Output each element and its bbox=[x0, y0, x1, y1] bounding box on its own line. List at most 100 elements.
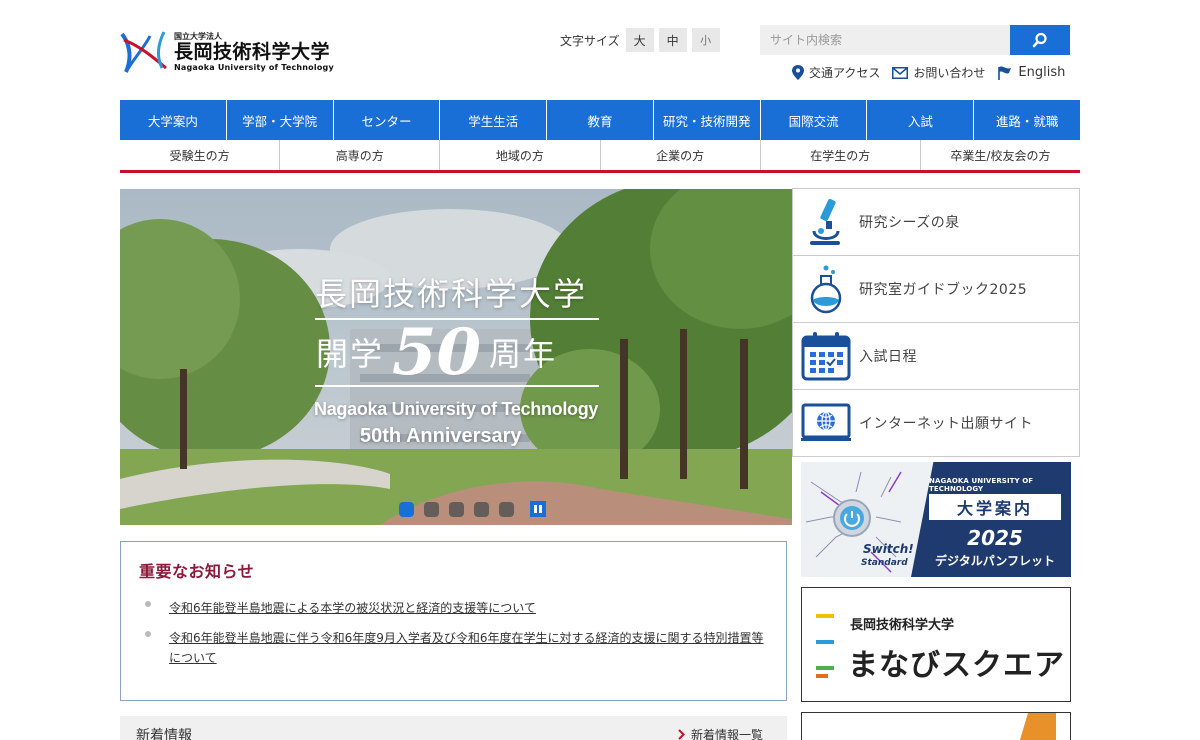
pamphlet-year: 2025 bbox=[967, 526, 1023, 550]
hero-english-title: Nagaoka University of Technology bbox=[314, 399, 599, 419]
calendar-icon bbox=[801, 332, 851, 381]
nav-item-faculties[interactable]: 学部・大学院 bbox=[227, 100, 334, 140]
access-link[interactable]: 交通アクセス bbox=[792, 64, 880, 81]
nav-item-research[interactable]: 研究・技術開発 bbox=[654, 100, 761, 140]
english-link-label: English bbox=[1018, 65, 1066, 80]
slide-dot-4[interactable] bbox=[474, 501, 489, 517]
decorative-shape bbox=[1016, 713, 1056, 740]
search-icon bbox=[1032, 32, 1047, 48]
pamphlet-standard-text: Standard bbox=[861, 558, 908, 568]
university-logo[interactable]: 国立大学法人 長岡技術科学大学 Nagaoka University of Te… bbox=[120, 28, 350, 76]
mail-icon bbox=[892, 66, 909, 79]
news-title: 新着情報 bbox=[136, 728, 192, 740]
site-search bbox=[760, 25, 1070, 55]
pamphlet-university-name: NAGAOKA UNIVERSITY OF TECHNOLOGY bbox=[929, 477, 1034, 493]
manabi-title: まなびスクエア bbox=[848, 648, 1065, 683]
decorative-bar bbox=[816, 666, 834, 670]
quick-link-exam-schedule[interactable]: 入試日程 bbox=[793, 323, 1079, 390]
quick-link-label: 研究シーズの泉 bbox=[859, 215, 960, 231]
nav-item-careers[interactable]: 進路・就職 bbox=[974, 100, 1080, 140]
font-size-label: 文字サイズ bbox=[560, 33, 620, 48]
pause-icon bbox=[534, 505, 537, 513]
flag-icon bbox=[998, 66, 1012, 80]
map-pin-icon bbox=[792, 65, 804, 80]
subnav-item-alumni[interactable]: 卒業生/校友会の方 bbox=[921, 140, 1080, 170]
microscope-icon bbox=[810, 198, 840, 245]
main-navigation: 大学案内 学部・大学院 センター 学生生活 教育 研究・技術開発 国際交流 入試… bbox=[120, 100, 1080, 140]
slide-indicators bbox=[399, 501, 546, 517]
subnav-item-kosen[interactable]: 高専の方 bbox=[280, 140, 441, 170]
font-size-small-button[interactable]: 小 bbox=[691, 28, 720, 52]
hero-shunen: 周年 bbox=[489, 335, 558, 373]
quick-links: 研究シーズの泉 研究室ガイドブック2025 入試日程 インターネット出願サイト bbox=[792, 188, 1080, 457]
slide-dot-3[interactable] bbox=[449, 501, 464, 517]
decorative-bar bbox=[816, 674, 828, 678]
news-more-label: 新着情報一覧 bbox=[690, 728, 763, 740]
important-notice: 重要なお知らせ 令和6年能登半島地震による本学の被災状況と経済的支援等について … bbox=[120, 541, 787, 701]
manabi-university-name: 長岡技術科学大学 bbox=[850, 618, 955, 633]
notice-link[interactable]: 令和6年能登半島地震に伴う令和6年度9月入学者及び令和6年度在学生に対する経済的… bbox=[169, 631, 764, 665]
search-button[interactable] bbox=[1010, 25, 1070, 55]
nav-item-about[interactable]: 大学案内 bbox=[120, 100, 227, 140]
nav-item-education[interactable]: 教育 bbox=[547, 100, 654, 140]
digital-pamphlet-banner[interactable]: NAGAOKA UNIVERSITY OF TECHNOLOGY 大学案内 20… bbox=[801, 462, 1071, 577]
logo-name: 長岡技術科学大学 bbox=[174, 40, 331, 63]
hero-slideshow[interactable]: 長岡技術科学大学 開学 50 周年 Nagaoka University of … bbox=[120, 189, 792, 525]
quick-link-label: 入試日程 bbox=[859, 349, 917, 365]
news-more-link[interactable]: 新着情報一覧 bbox=[678, 726, 763, 740]
notice-list: 令和6年能登半島地震による本学の被災状況と経済的支援等について 令和6年能登半島… bbox=[139, 598, 768, 668]
slide-dot-5[interactable] bbox=[499, 501, 514, 517]
slide-dot-1[interactable] bbox=[399, 501, 414, 517]
hero-anniversary-heading: 開学 50 周年 bbox=[316, 314, 558, 390]
hero-kaigaku: 開学 bbox=[316, 335, 385, 373]
web-icon bbox=[801, 403, 851, 441]
nav-item-student-life[interactable]: 学生生活 bbox=[440, 100, 548, 140]
utility-links: 交通アクセス お問い合わせ English bbox=[792, 64, 1065, 81]
subnav-item-applicants[interactable]: 受験生の方 bbox=[120, 140, 281, 170]
flask-icon bbox=[810, 265, 842, 314]
notice-item: 令和6年能登半島地震による本学の被災状況と経済的支援等について bbox=[139, 598, 768, 618]
decorative-bar bbox=[816, 640, 834, 644]
notice-title: 重要なお知らせ bbox=[139, 562, 255, 581]
font-size-switcher: 文字サイズ 大 中 小 bbox=[560, 28, 725, 52]
slide-dot-2[interactable] bbox=[424, 501, 439, 517]
pamphlet-title: 大学案内 bbox=[929, 494, 1061, 520]
hero-title: 長岡技術科学大学 bbox=[315, 275, 588, 313]
quick-link-research-seeds[interactable]: 研究シーズの泉 bbox=[793, 189, 1079, 256]
notice-link[interactable]: 令和6年能登半島地震による本学の被災状況と経済的支援等について bbox=[169, 601, 536, 615]
pamphlet-switch-text: Switch! bbox=[863, 542, 914, 556]
subnav-item-students[interactable]: 在学生の方 bbox=[761, 140, 921, 170]
quick-link-lab-guidebook[interactable]: 研究室ガイドブック2025 bbox=[793, 256, 1079, 323]
subnav-item-companies[interactable]: 企業の方 bbox=[601, 140, 761, 170]
logo-english-name: Nagaoka University of Technology bbox=[174, 62, 334, 72]
subnav-item-community[interactable]: 地域の方 bbox=[440, 140, 601, 170]
logo-mark-icon bbox=[120, 31, 167, 73]
contact-link[interactable]: お問い合わせ bbox=[892, 64, 985, 81]
promo-banner[interactable] bbox=[801, 712, 1071, 740]
english-link[interactable]: English bbox=[997, 65, 1065, 80]
quick-link-label: 研究室ガイドブック2025 bbox=[859, 282, 1028, 298]
search-input[interactable] bbox=[760, 25, 1010, 55]
decorative-bar bbox=[816, 614, 834, 618]
pause-icon bbox=[539, 505, 542, 513]
pause-button[interactable] bbox=[530, 501, 546, 517]
hero-anniversary-en: 50th Anniversary bbox=[360, 425, 522, 447]
hero-number: 50 bbox=[392, 314, 482, 390]
notice-item: 令和6年能登半島地震に伴う令和6年度9月入学者及び令和6年度在学生に対する経済的… bbox=[139, 628, 768, 668]
nav-item-admissions[interactable]: 入試 bbox=[867, 100, 975, 140]
quick-link-online-application[interactable]: インターネット出願サイト bbox=[793, 390, 1079, 456]
access-link-label: 交通アクセス bbox=[809, 66, 881, 80]
pamphlet-subtitle: デジタルパンフレット bbox=[934, 554, 1055, 568]
manabi-square-banner[interactable]: 長岡技術科学大学 まなびスクエア bbox=[801, 587, 1071, 702]
logo-small-text: 国立大学法人 bbox=[174, 31, 222, 41]
font-size-large-button[interactable]: 大 bbox=[625, 28, 654, 52]
chevron-right-icon bbox=[678, 729, 685, 740]
hero-divider-bottom bbox=[315, 385, 599, 387]
nav-item-international[interactable]: 国際交流 bbox=[761, 100, 868, 140]
nav-item-centers[interactable]: センター bbox=[334, 100, 441, 140]
contact-link-label: お問い合わせ bbox=[913, 66, 986, 80]
font-size-medium-button[interactable]: 中 bbox=[658, 28, 687, 52]
quick-link-label: インターネット出願サイト bbox=[859, 416, 1033, 432]
audience-navigation: 受験生の方 高専の方 地域の方 企業の方 在学生の方 卒業生/校友会の方 bbox=[120, 140, 1080, 173]
news-section-header: 新着情報 新着情報一覧 bbox=[120, 716, 787, 740]
